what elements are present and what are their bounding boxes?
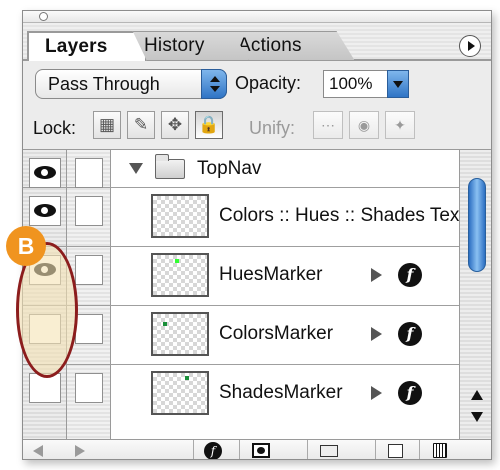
opacity-value: 100% [329,74,373,93]
lock-all-button[interactable]: 🔒 [195,111,223,139]
new-layer-button[interactable] [375,440,419,459]
scroll-up-arrow-icon[interactable] [471,390,483,400]
scroll-thumb[interactable] [468,178,486,272]
previous-arrow-icon[interactable] [33,445,43,457]
layer-effects-icon[interactable]: f [398,263,422,287]
lock-position-button[interactable]: ✥ [161,111,189,139]
brush-icon: ✎ [133,115,149,134]
expand-effects-icon[interactable] [371,327,382,341]
layer-set-name: TopNav [197,158,262,179]
unify-style-button[interactable]: ✦ [385,111,415,139]
layer-set-row[interactable]: TopNav [23,150,459,188]
layer-row[interactable]: ColorsMarker f [23,306,459,365]
link-toggle[interactable] [75,196,103,226]
tab-layers[interactable]: Layers [27,31,147,61]
link-toggle[interactable] [75,314,103,344]
layer-effects-icon[interactable]: f [398,322,422,346]
new-layer-icon [388,444,403,458]
expand-effects-icon[interactable] [371,386,382,400]
opacity-dropdown-icon[interactable] [387,70,409,98]
eye-icon [34,204,56,217]
lock-label: Lock: [33,118,77,138]
layer-name: HuesMarker [219,264,323,285]
layer-name: Colors :: Hues :: Shades Text [219,205,465,226]
trash-icon [433,443,447,458]
layer-thumbnail [151,194,209,238]
select-arrows-icon[interactable] [201,69,227,99]
unify-visibility-button[interactable]: ◉ [349,111,379,139]
marker-pixel [185,376,189,380]
folder-icon [155,154,185,179]
layer-effects-icon[interactable]: f [398,381,422,405]
checkerboard-icon: ▦ [98,115,116,134]
lock-image-pixels-button[interactable]: ✎ [127,111,155,139]
eye-icon [34,166,56,179]
unify-label: Unify: [249,118,296,138]
marker-pixel [175,259,179,263]
unify-visibility-icon: ◉ [357,117,371,133]
expand-effects-icon[interactable] [371,268,382,282]
lock-transparent-pixels-button[interactable]: ▦ [93,111,121,139]
move-icon: ✥ [167,115,183,134]
panel-menu-button[interactable] [459,35,481,57]
delete-layer-button[interactable] [419,440,463,459]
tab-history[interactable]: History [131,31,249,61]
layer-name: ColorsMarker [219,323,334,344]
blend-mode-value: Pass Through [48,74,160,94]
layer-style-icon: f [204,442,222,459]
layer-row[interactable]: Colors :: Hues :: Shades Text [23,188,465,247]
folder-icon [320,445,338,457]
visibility-toggle[interactable] [29,196,61,226]
disclosure-triangle-icon[interactable] [129,163,143,174]
opacity-field[interactable]: 100% [323,70,409,98]
layers-scrollbar[interactable] [459,150,491,440]
panel-tabs: Layers History Actions [23,23,491,61]
panel-title-bar[interactable] [23,11,491,23]
layers-panel: Layers History Actions Pass Through Opac… [22,10,492,460]
link-toggle[interactable] [75,373,103,403]
layers-list: TopNav Colors :: Hues :: Shades Text Hue… [23,149,491,440]
layer-thumbnail [151,253,209,297]
unify-style-icon: ✦ [394,117,406,133]
new-layer-set-button[interactable] [307,440,351,459]
add-layer-mask-button[interactable] [239,440,283,459]
visibility-toggle[interactable] [29,158,61,188]
lock-icon: 🔒 [198,115,220,134]
mask-icon [252,443,270,458]
close-icon[interactable] [39,12,48,21]
layer-row[interactable]: ShadesMarker f [23,365,459,424]
link-toggle[interactable] [75,255,103,285]
link-toggle[interactable] [75,158,103,188]
callout-badge: B [6,226,46,266]
layer-thumbnail [151,312,209,356]
layer-thumbnail [151,371,209,415]
scroll-down-arrow-icon[interactable] [471,412,483,422]
unify-position-icon: ⋯ [321,117,335,133]
marker-pixel [163,322,167,326]
next-arrow-icon[interactable] [75,445,85,457]
panel-bottom-toolbar: f [23,439,491,459]
opacity-label: Opacity: [235,73,302,93]
add-layer-style-button[interactable]: f [193,440,239,459]
layer-row[interactable]: HuesMarker f [23,247,459,306]
unify-position-button[interactable]: ⋯ [313,111,343,139]
layer-name: ShadesMarker [219,382,343,403]
blend-mode-select[interactable]: Pass Through [35,69,227,99]
